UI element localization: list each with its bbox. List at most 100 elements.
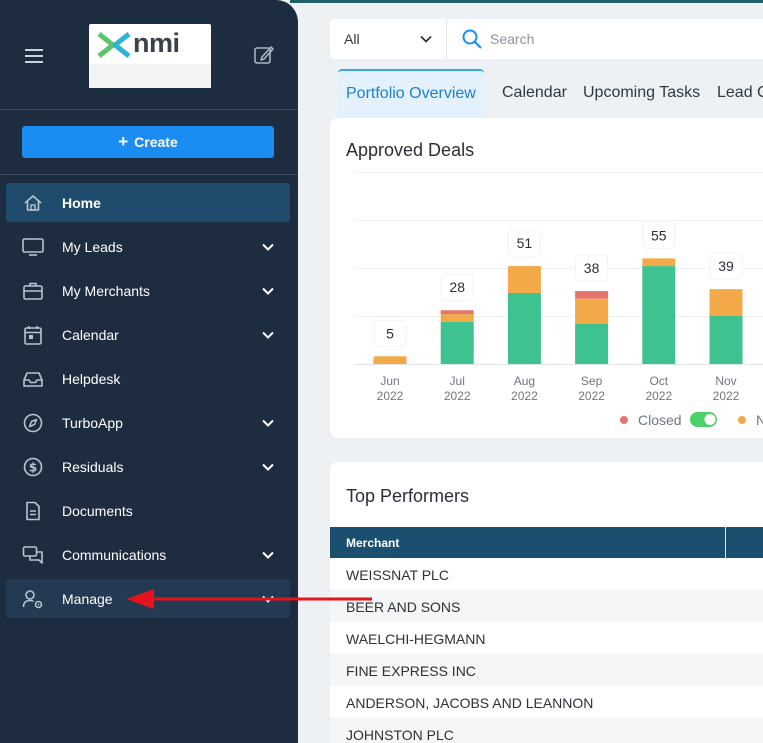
- chart-bar-segment: [709, 316, 743, 364]
- x-tick-label: Jun: [380, 374, 399, 388]
- approved-deals-chart: 5Jun202228Jul202251Aug202238Sep202255Oct…: [354, 172, 763, 428]
- sidebar-divider: [0, 109, 298, 110]
- logo[interactable]: nmi: [89, 24, 211, 88]
- merchant-name: ANDERSON, JACOBS AND LEANNON: [346, 695, 594, 711]
- home-icon: [24, 195, 42, 211]
- sidebar-item-label: Communications: [62, 547, 167, 563]
- plus-icon: +: [118, 132, 129, 151]
- legend-closed-swatch: [620, 416, 628, 424]
- chevron-down-icon: [262, 243, 274, 251]
- legend-toggle-knob: [704, 414, 716, 425]
- dollar-icon: $: [23, 457, 43, 477]
- table-row[interactable]: WEISSNAT PLC: [330, 558, 763, 590]
- chat-icon: [22, 546, 43, 564]
- x-tick-label: 2022: [377, 389, 404, 403]
- search-input[interactable]: [490, 28, 760, 50]
- sidebar-item-calendar[interactable]: Calendar: [6, 315, 290, 354]
- chart-bar-segment: [507, 266, 541, 293]
- sidebar-item-label: Manage: [62, 591, 113, 607]
- merchant-name: WAELCHI-HEGMANN: [346, 631, 486, 647]
- chevron-down-icon: [420, 35, 432, 43]
- tab-portfolio-overview[interactable]: Portfolio Overview: [338, 69, 484, 117]
- sidebar-item-documents[interactable]: Documents: [6, 491, 290, 530]
- sidebar-item-helpdesk[interactable]: Helpdesk: [6, 359, 290, 398]
- x-tick-label: Jul: [450, 374, 465, 388]
- legend-other-label: N: [756, 412, 763, 428]
- table-row[interactable]: WAELCHI-HEGMANN: [330, 622, 763, 654]
- x-tick-label: 2022: [578, 389, 605, 403]
- chart-bar-segment: [373, 356, 407, 364]
- chart-bar-segment: [440, 321, 474, 364]
- x-tick-label: Aug: [514, 374, 535, 388]
- data-label: 5: [386, 325, 394, 341]
- x-tick-label: 2022: [645, 389, 672, 403]
- chevron-down-icon: [262, 463, 274, 471]
- x-tick-label: Sep: [581, 374, 603, 388]
- x-tick-label: 2022: [444, 389, 471, 403]
- search-bar: All: [330, 19, 763, 59]
- create-button-label: Create: [134, 134, 178, 150]
- table-row[interactable]: BEER AND SONS: [330, 590, 763, 622]
- top-performers-title: Top Performers: [346, 486, 470, 506]
- briefcase-icon: [23, 282, 43, 300]
- column-divider: [725, 527, 726, 558]
- table-row[interactable]: ANDERSON, JACOBS AND LEANNON: [330, 686, 763, 718]
- sidebar-item-my-leads[interactable]: My Leads: [6, 227, 290, 266]
- tab-upcoming-tasks[interactable]: Upcoming Tasks: [583, 69, 700, 117]
- sidebar-item-my-merchants[interactable]: My Merchants: [6, 271, 290, 310]
- logo-text: nmi: [133, 28, 180, 58]
- top-accent-strip: [290, 0, 763, 3]
- annotation-arrow: [126, 589, 372, 609]
- table-row[interactable]: JOHNSTON PLC: [330, 718, 763, 743]
- create-button[interactable]: + Create: [22, 126, 274, 158]
- merchant-name: JOHNSTON PLC: [346, 727, 454, 743]
- logo-footer-strip: [89, 64, 211, 88]
- chart-bar-segment: [575, 323, 609, 364]
- sidebar-item-label: Residuals: [62, 459, 124, 475]
- merchant-name: FINE EXPRESS INC: [346, 663, 476, 679]
- hamburger-menu-icon[interactable]: [22, 45, 46, 67]
- chart-bar-segment: [642, 258, 676, 267]
- sidebar: nmi + Create Home My Leads My Merchants: [0, 0, 298, 743]
- search-scope-select[interactable]: All: [330, 19, 447, 59]
- svg-text:$: $: [29, 461, 37, 475]
- chart-bar-segment: [709, 289, 743, 316]
- monitor-icon: [22, 238, 44, 256]
- nmi-logo-icon: [97, 32, 131, 58]
- inbox-icon: [23, 372, 43, 387]
- top-performers-card: Top Performers Merchant WEISSNAT PLC BEE…: [330, 462, 763, 743]
- tab-calendar[interactable]: Calendar: [502, 69, 567, 117]
- merchant-name: WEISSNAT PLC: [346, 567, 449, 583]
- table-row[interactable]: FINE EXPRESS INC: [330, 654, 763, 686]
- column-header-merchant[interactable]: Merchant: [346, 536, 399, 550]
- legend-closed-label: Closed: [638, 412, 682, 428]
- sidebar-item-label: Helpdesk: [62, 371, 121, 387]
- sidebar-item-turboapp[interactable]: TurboApp: [6, 403, 290, 442]
- sidebar-item-label: Documents: [62, 503, 133, 519]
- table-header: Merchant: [330, 527, 763, 558]
- search-icon: [462, 29, 482, 49]
- chevron-down-icon: [262, 551, 274, 559]
- sidebar-divider: [0, 174, 298, 175]
- chevron-down-icon: [262, 419, 274, 427]
- x-tick-label: Oct: [649, 374, 668, 388]
- sidebar-item-label: My Merchants: [62, 283, 150, 299]
- sidebar-item-communications[interactable]: Communications: [6, 535, 290, 574]
- search-scope-value: All: [344, 31, 360, 47]
- calendar-icon: [24, 326, 42, 345]
- data-label: 55: [651, 227, 667, 243]
- approved-deals-card: Approved Deals 5 Jun 2022 28 Jul 2022 51 Aug 202…: [330, 118, 763, 438]
- data-label: 38: [584, 260, 600, 276]
- edit-icon[interactable]: [253, 44, 275, 66]
- sidebar-item-label: Home: [62, 195, 101, 211]
- chart-bar-segment: [575, 291, 609, 299]
- chart-bar-segment: [440, 314, 474, 322]
- sidebar-item-residuals[interactable]: $ Residuals: [6, 447, 290, 486]
- tab-lead[interactable]: Lead C: [717, 69, 763, 117]
- x-tick-label: 2022: [511, 389, 538, 403]
- data-label: 28: [449, 279, 465, 295]
- chevron-down-icon: [262, 287, 274, 295]
- sidebar-item-home[interactable]: Home: [6, 183, 290, 222]
- user-gear-icon: [22, 590, 43, 609]
- sidebar-item-label: TurboApp: [62, 415, 123, 431]
